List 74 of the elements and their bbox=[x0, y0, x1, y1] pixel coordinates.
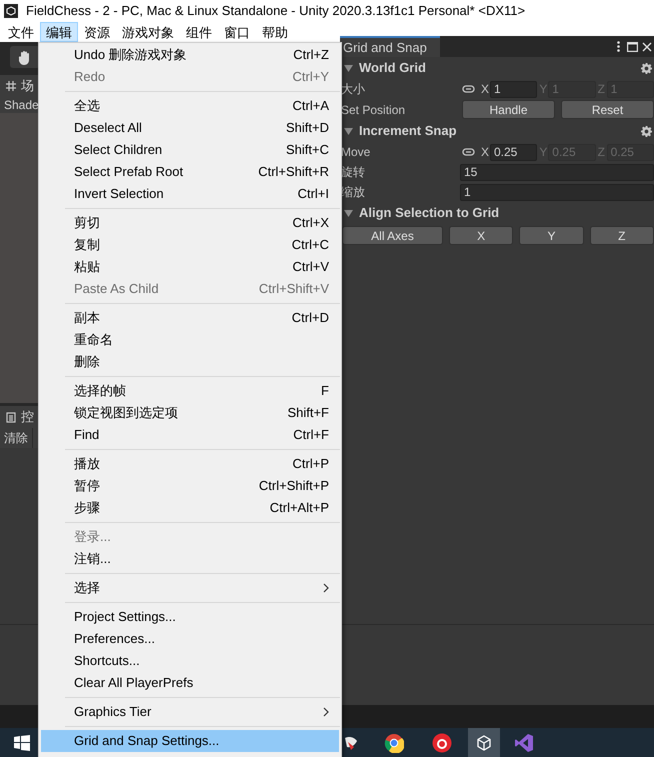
cube-icon bbox=[476, 734, 492, 750]
menu-bar-item[interactable]: 编辑 bbox=[40, 22, 78, 42]
menu-item[interactable]: Graphics Tier bbox=[41, 701, 339, 723]
collapse-triangle-icon[interactable] bbox=[344, 128, 353, 134]
menu-bar-item[interactable]: 组件 bbox=[180, 22, 218, 42]
field-label: Set Position bbox=[340, 102, 406, 118]
menu-item[interactable]: Invert Selection Ctrl+I bbox=[41, 183, 339, 205]
menu-bar-item[interactable]: 窗口 bbox=[218, 22, 256, 42]
axis-label: X bbox=[481, 144, 490, 161]
menu-item[interactable]: 复制 Ctrl+C bbox=[41, 234, 339, 256]
settings-icon[interactable] bbox=[641, 126, 652, 136]
collapse-triangle-icon[interactable] bbox=[344, 64, 353, 72]
menu-item[interactable]: Shortcuts... bbox=[41, 650, 339, 672]
field-label: 大小 bbox=[340, 81, 366, 98]
menu-bar-item[interactable]: 资源 bbox=[78, 22, 116, 42]
menu-bar-item[interactable]: 文件 bbox=[2, 22, 40, 42]
hand-icon bbox=[18, 50, 32, 64]
code-editor-icon[interactable] bbox=[514, 732, 534, 752]
number-field[interactable]: 0.25 bbox=[490, 144, 538, 160]
panel-button[interactable]: Reset bbox=[561, 100, 654, 119]
shading-mode-label[interactable]: Shade bbox=[4, 96, 39, 114]
menu-item[interactable]: 选择 bbox=[41, 577, 339, 599]
menu-item[interactable]: 剪切 Ctrl+X bbox=[41, 212, 339, 234]
menu-item[interactable]: 删除 bbox=[41, 351, 339, 373]
menu-item[interactable]: 重命名 bbox=[41, 329, 339, 351]
axis-label: X bbox=[481, 81, 490, 98]
panel-tab[interactable]: Grid and Snap bbox=[340, 36, 440, 57]
menu-item[interactable]: Deselect All Shift+D bbox=[41, 117, 339, 139]
menu-item[interactable]: 暂停 Ctrl+Shift+P bbox=[41, 475, 339, 497]
menu-item[interactable]: Project Settings... bbox=[41, 606, 339, 628]
menu-item[interactable]: 副本 Ctrl+D bbox=[41, 307, 339, 329]
menu-item[interactable]: Clear All PlayerPrefs bbox=[41, 672, 339, 694]
number-field[interactable]: 15 bbox=[460, 164, 654, 180]
menu-item[interactable]: 注销... bbox=[41, 548, 339, 570]
link-icon[interactable] bbox=[462, 148, 475, 156]
panel-button[interactable]: Handle bbox=[462, 100, 555, 119]
hand-tool-button[interactable] bbox=[10, 46, 40, 68]
field-label: 旋转 bbox=[340, 164, 366, 181]
cube-logo-icon bbox=[4, 4, 18, 18]
section-title: World Grid bbox=[359, 59, 427, 78]
menu-item[interactable]: Select Prefab Root Ctrl+Shift+R bbox=[41, 161, 339, 183]
menu-bar-item[interactable]: 游戏对象 bbox=[116, 22, 180, 42]
maximize-icon[interactable] bbox=[627, 42, 638, 52]
align-button[interactable]: Z bbox=[590, 226, 654, 244]
menu-item[interactable]: 播放 Ctrl+P bbox=[41, 453, 339, 475]
section-title: Align Selection to Grid bbox=[359, 204, 500, 222]
grid-icon bbox=[6, 81, 16, 91]
menu-item[interactable]: 选择的帧 F bbox=[41, 380, 339, 402]
collapse-triangle-icon[interactable] bbox=[344, 210, 353, 216]
number-field[interactable]: 1 bbox=[460, 184, 654, 200]
browser-icon[interactable] bbox=[384, 732, 404, 752]
menu-item[interactable]: 步骤 Ctrl+Alt+P bbox=[41, 497, 339, 519]
align-button[interactable]: All Axes bbox=[342, 226, 443, 244]
menu-item[interactable]: Select Children Shift+C bbox=[41, 139, 339, 161]
link-icon[interactable] bbox=[462, 85, 475, 93]
number-field[interactable]: 1 bbox=[490, 80, 538, 98]
active-app-tile[interactable] bbox=[468, 728, 500, 757]
close-icon[interactable] bbox=[642, 42, 652, 52]
field-label: Move bbox=[340, 144, 372, 161]
menu-item[interactable]: Preferences... bbox=[41, 628, 339, 650]
align-button[interactable]: Y bbox=[519, 226, 584, 244]
menu-item[interactable]: Undo 删除游戏对象 Ctrl+Z bbox=[41, 44, 339, 66]
more-options-icon[interactable] bbox=[617, 41, 620, 52]
document-icon bbox=[6, 412, 16, 422]
settings-icon[interactable] bbox=[641, 62, 652, 74]
windows-logo-icon[interactable] bbox=[14, 734, 30, 750]
window-title: FieldChess - 2 - PC, Mac & Linux Standalone - Unity 2020.3.13f1c1 Personal* <DX11> bbox=[26, 2, 526, 20]
menu-item[interactable]: 粘贴 Ctrl+V bbox=[41, 256, 339, 278]
menu-item[interactable]: 全选 Ctrl+A bbox=[41, 95, 339, 117]
menu-bar-item[interactable]: 帮助 bbox=[256, 22, 294, 42]
align-button[interactable]: X bbox=[449, 226, 514, 244]
music-app-icon[interactable] bbox=[432, 732, 452, 752]
menu-item[interactable]: Grid and Snap Settings... bbox=[41, 730, 339, 752]
section-title: Increment Snap bbox=[359, 122, 458, 140]
